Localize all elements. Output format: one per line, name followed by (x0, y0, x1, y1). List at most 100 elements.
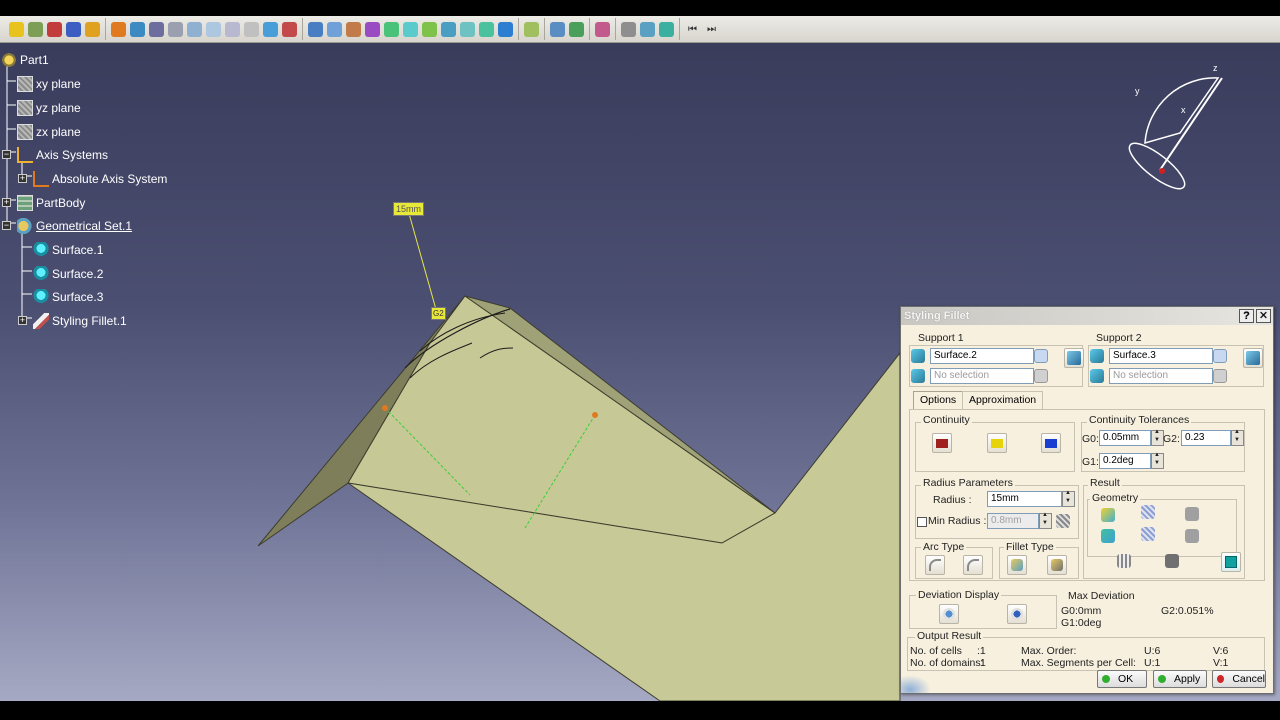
continuity-g0-button[interactable] (932, 433, 952, 453)
trim-approx-icon[interactable] (1141, 505, 1155, 519)
ok-button[interactable]: OK (1097, 670, 1147, 688)
multisection-icon[interactable] (403, 21, 418, 37)
measure-icon[interactable] (595, 21, 610, 37)
apply-button[interactable]: Apply (1153, 670, 1207, 688)
rewind-icon[interactable]: ⏮ (685, 22, 700, 37)
fill-icon[interactable] (384, 21, 399, 37)
min-radius-options-icon[interactable] (1056, 514, 1070, 528)
tree-item-partbody[interactable]: PartBody (17, 193, 85, 213)
analysis-icon[interactable] (47, 21, 62, 37)
heal-icon[interactable] (479, 21, 494, 37)
min-radius-checkbox[interactable] (917, 517, 927, 527)
tree-item-surface-1[interactable]: Surface.1 (33, 240, 103, 260)
support1-curve-field[interactable]: No selection (930, 368, 1034, 384)
radius-spinner[interactable] (1062, 490, 1075, 507)
offset-icon[interactable] (282, 21, 297, 37)
tree-item-styling-fillet[interactable]: Styling Fillet.1 (33, 311, 127, 331)
support2-curve-field[interactable]: No selection (1109, 368, 1213, 384)
relimit-icon[interactable] (1141, 527, 1155, 541)
surface-tool-icon[interactable] (263, 21, 278, 37)
shape-icon[interactable] (569, 21, 584, 37)
g2-tag[interactable]: G2 (431, 307, 446, 320)
support2-surface-options-icon[interactable] (1213, 349, 1227, 363)
revolve-icon[interactable] (346, 21, 361, 37)
expand-styling-fillet-toggle[interactable]: + (18, 316, 27, 325)
g1-tolerance-field[interactable]: 0.2deg (1099, 453, 1151, 469)
extrapolate2-icon[interactable] (1185, 529, 1199, 543)
g1-tolerance-spinner[interactable] (1151, 452, 1164, 469)
arc-type-blend-button[interactable] (925, 555, 945, 575)
help-button[interactable]: ? (1239, 309, 1254, 323)
g2-tolerance-field[interactable]: 0.23 (1181, 430, 1231, 446)
extrapolate-icon[interactable] (1185, 507, 1199, 521)
radius-tag[interactable]: 15mm (393, 202, 425, 216)
g0-tolerance-field[interactable]: 0.05mm (1099, 430, 1151, 446)
bisection-icon[interactable] (1117, 554, 1131, 568)
curve-icon[interactable] (187, 21, 202, 37)
support1-surface-options-icon[interactable] (1034, 349, 1048, 363)
independent-icon[interactable] (1165, 554, 1179, 568)
support2-surface-field[interactable]: Surface.3 (1109, 348, 1213, 364)
swap-supports-button[interactable] (1064, 348, 1084, 368)
support1-curve-options-icon[interactable] (1034, 369, 1048, 383)
tree-item-geometrical-set[interactable]: Geometrical Set.1 (17, 216, 132, 236)
min-radius-spinner[interactable] (1039, 512, 1052, 529)
fillet-icon[interactable] (308, 21, 323, 37)
trim-icon[interactable] (422, 21, 437, 37)
blend-icon[interactable] (225, 21, 240, 37)
axis-icon[interactable] (244, 21, 259, 37)
support2-orientation-button[interactable] (1243, 348, 1263, 368)
collapse-geometrical-set-toggle[interactable]: − (2, 221, 11, 230)
chain-icon[interactable] (1101, 529, 1115, 543)
support2-curve-options-icon[interactable] (1213, 369, 1227, 383)
radius-field[interactable]: 15mm (987, 491, 1062, 507)
min-radius-field[interactable]: 0.8mm (987, 513, 1039, 529)
tree-item-part1[interactable]: Part1 (1, 50, 49, 70)
point-icon[interactable] (111, 21, 126, 37)
deviation-display-1-button[interactable] (939, 604, 959, 624)
light-icon[interactable] (640, 21, 655, 37)
join-icon[interactable] (460, 21, 475, 37)
dress-icon[interactable] (621, 21, 636, 37)
tree-item-yz-plane[interactable]: yz plane (17, 98, 81, 118)
tree-item-absolute-axis-system[interactable]: Absolute Axis System (33, 169, 167, 189)
tab-approximation[interactable]: Approximation (962, 391, 1044, 409)
tree-item-zx-plane[interactable]: zx plane (17, 122, 81, 142)
tree-item-axis-systems[interactable]: Axis Systems (17, 145, 108, 165)
forward-icon[interactable]: ⏭ (704, 22, 719, 37)
fillet-type-variable-button[interactable] (1007, 555, 1027, 575)
collapse-axis-systems-toggle[interactable]: − (2, 150, 11, 159)
close-button[interactable]: ✕ (1256, 309, 1271, 323)
trim-face-icon[interactable] (1101, 508, 1115, 522)
tree-item-surface-2[interactable]: Surface.2 (33, 264, 103, 284)
sketch-icon[interactable] (9, 21, 24, 37)
g2-tolerance-spinner[interactable] (1231, 429, 1244, 446)
continuity-g2-button[interactable] (1041, 433, 1061, 453)
extrude-icon[interactable] (327, 21, 342, 37)
circle-icon[interactable] (149, 21, 164, 37)
arc-type-approx-button[interactable] (963, 555, 983, 575)
settings-icon[interactable] (28, 21, 43, 37)
transform-icon[interactable] (524, 21, 539, 37)
line-icon[interactable] (130, 21, 145, 37)
deviation-display-2-button[interactable] (1007, 604, 1027, 624)
expand-partbody-toggle[interactable]: + (2, 198, 11, 207)
fillet-type-constant-button[interactable] (1047, 555, 1067, 575)
sphere-icon[interactable] (168, 21, 183, 37)
untrim-icon[interactable] (498, 21, 513, 37)
support1-surface-field[interactable]: Surface.2 (930, 348, 1034, 364)
web-icon[interactable] (659, 21, 674, 37)
continuity-g1-button[interactable] (987, 433, 1007, 453)
tree-item-surface-3[interactable]: Surface.3 (33, 287, 103, 307)
car-icon[interactable] (66, 21, 81, 37)
dialog-titlebar[interactable]: Styling Fillet ? ✕ (901, 307, 1273, 325)
spline-icon[interactable] (206, 21, 221, 37)
help-icon[interactable] (85, 21, 100, 37)
tree-item-xy-plane[interactable]: xy plane (17, 74, 81, 94)
split-icon[interactable] (441, 21, 456, 37)
cancel-button[interactable]: Cancel (1212, 670, 1266, 688)
tab-options[interactable]: Options (913, 391, 964, 409)
expand-axis-toggle[interactable]: + (18, 174, 27, 183)
sweep-icon[interactable] (365, 21, 380, 37)
result-mode-button[interactable] (1221, 552, 1241, 572)
